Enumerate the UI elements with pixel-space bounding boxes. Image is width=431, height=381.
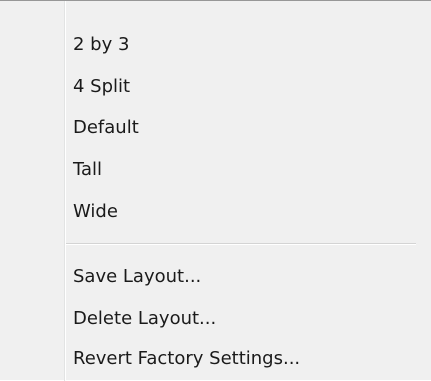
layout-context-menu: 2 by 3 4 Split Default Tall Wide Save La… <box>0 0 431 381</box>
menu-item-save-layout[interactable]: Save Layout... <box>66 257 426 297</box>
menu-item-wide[interactable]: Wide <box>66 192 426 232</box>
menu-item-revert-factory-settings[interactable]: Revert Factory Settings... <box>66 339 426 379</box>
menu-item-4-split[interactable]: 4 Split <box>66 67 426 107</box>
menu-item-tall[interactable]: Tall <box>66 150 426 190</box>
menu-item-default[interactable]: Default <box>66 108 426 148</box>
menu-item-delete-layout[interactable]: Delete Layout... <box>66 299 426 339</box>
menu-item-2-by-3[interactable]: 2 by 3 <box>66 25 426 65</box>
menu-separator-highlight <box>66 244 416 245</box>
